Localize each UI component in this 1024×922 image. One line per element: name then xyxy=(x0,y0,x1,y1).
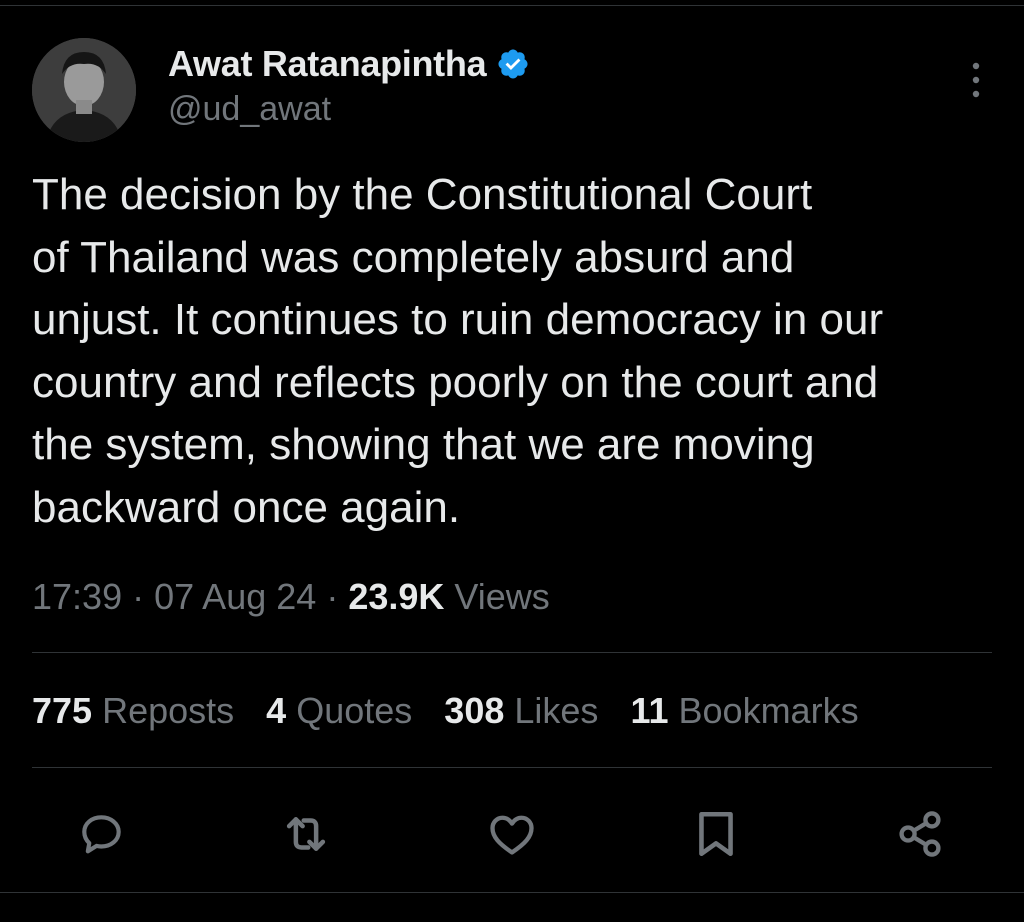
reposts-stat[interactable]: 775 Reposts xyxy=(32,690,234,732)
tweet-header: Awat Ratanapintha @ud_awat xyxy=(32,38,992,142)
views-count: 23.9K xyxy=(348,576,445,617)
share-icon xyxy=(899,811,941,857)
reply-icon xyxy=(82,815,121,854)
repost-button[interactable] xyxy=(278,806,334,862)
quotes-label: Quotes xyxy=(296,690,413,731)
engagement-stats: 775 Reposts 4 Quotes 308 Likes 11 Bookma… xyxy=(32,690,859,732)
reply-button[interactable] xyxy=(74,806,130,862)
like-icon xyxy=(490,815,534,855)
bookmark-icon xyxy=(699,811,733,857)
bookmarks-stat[interactable]: 11 Bookmarks xyxy=(630,690,858,732)
avatar[interactable] xyxy=(32,38,136,142)
author-info: Awat Ratanapintha @ud_awat xyxy=(168,42,530,129)
like-button[interactable] xyxy=(484,806,540,862)
likes-count: 308 xyxy=(444,690,505,731)
bookmarks-label: Bookmarks xyxy=(678,690,859,731)
bookmark-button[interactable] xyxy=(688,806,744,862)
share-button[interactable] xyxy=(892,806,948,862)
repost-icon xyxy=(286,817,326,851)
top-divider xyxy=(0,5,1024,6)
tweet-date[interactable]: 07 Aug 24 xyxy=(154,576,316,617)
likes-stat[interactable]: 308 Likes xyxy=(444,690,598,732)
stats-top-divider xyxy=(32,652,992,653)
tweet-meta: 17:39 · 07 Aug 24 · 23.9K Views xyxy=(32,576,550,618)
handle[interactable]: @ud_awat xyxy=(168,90,530,129)
more-options-icon[interactable] xyxy=(966,60,986,100)
meta-separator: · xyxy=(132,576,145,617)
actions-top-divider xyxy=(32,767,992,768)
bottom-divider xyxy=(0,892,1024,893)
reposts-label: Reposts xyxy=(102,690,235,731)
tweet-text: The decision by the Constitutional Court… xyxy=(32,170,884,532)
reposts-count: 775 xyxy=(32,690,93,731)
likes-label: Likes xyxy=(514,690,599,731)
tweet-time[interactable]: 17:39 xyxy=(32,576,122,617)
meta-separator: · xyxy=(326,576,339,617)
quotes-count: 4 xyxy=(266,690,287,731)
display-name[interactable]: Awat Ratanapintha xyxy=(168,43,487,85)
bookmarks-count: 11 xyxy=(630,690,669,731)
verified-badge-icon[interactable] xyxy=(496,47,530,81)
quotes-stat[interactable]: 4 Quotes xyxy=(266,690,412,732)
views-label: Views xyxy=(454,576,550,617)
action-bar xyxy=(0,800,1024,870)
